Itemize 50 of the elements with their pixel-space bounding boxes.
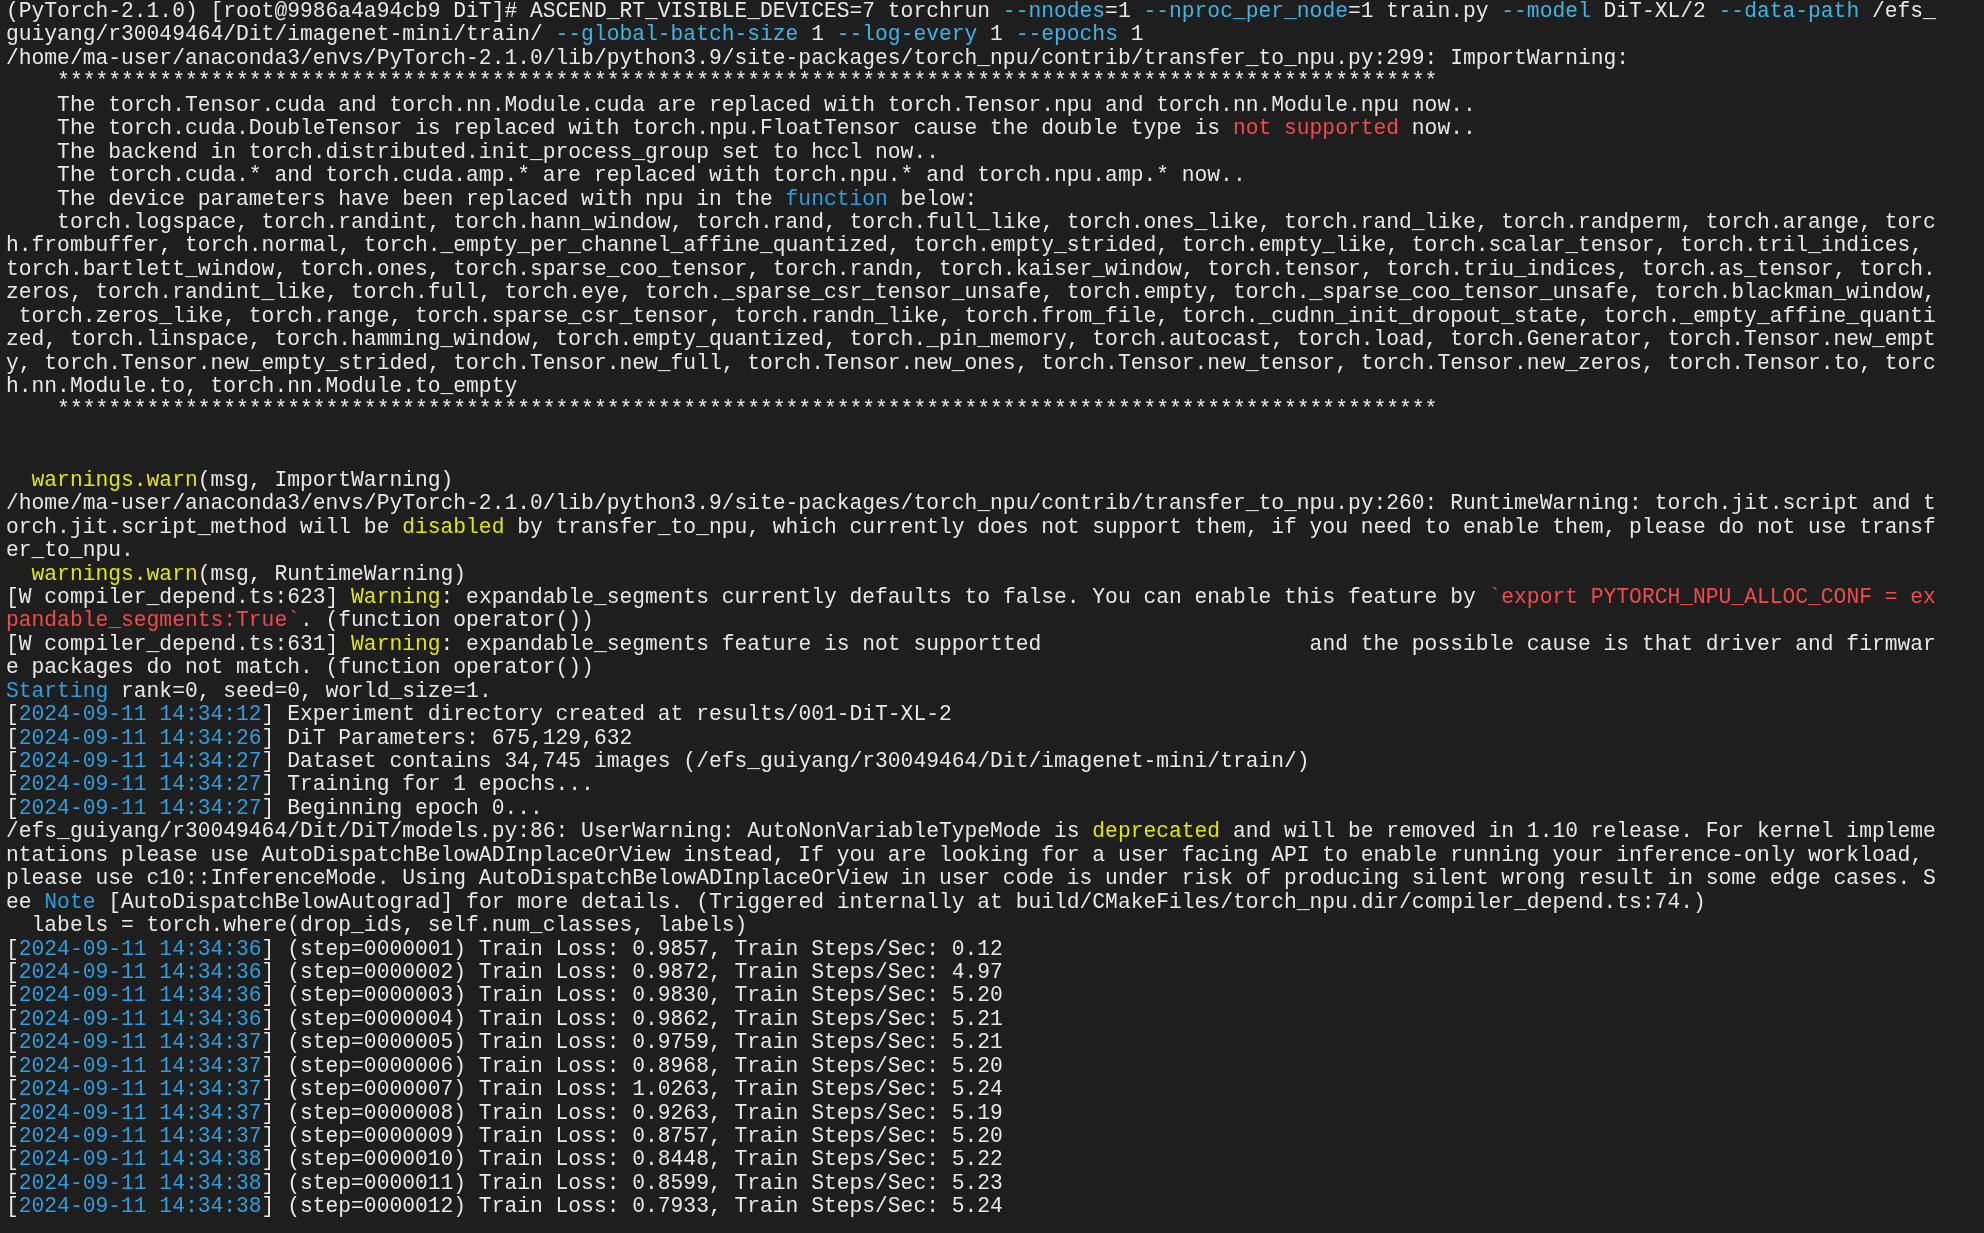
terminal-line: ************************************************************************************************************ bbox=[56, 70, 1438, 94]
terminal-line: warnings.warn(msg, RuntimeWarning) bbox=[30, 562, 467, 586]
terminal-line: warnings.warn(msg, ImportWarning) bbox=[30, 468, 454, 493]
terminal-line: [2024-09-11 14:34:38] (step=0000010) Train Loss: 0.8448, Train Steps/Sec: 5.22 bbox=[6, 1148, 1003, 1172]
terminal-line: ee Note [AutoDispatchBelowAutograd] for more details. (Triggered internally at build/CMakeFiles/torch_npu.dir/compiler_depend.ts:74.) bbox=[6, 890, 1706, 915]
terminal-line: /home/ma-user/anaconda3/envs/PyTorch-2.1.0/lib/python3.9/site-packages/torch_npu/contrib/transfer_to_npu.py:260: RuntimeWarning: torch.jit.script and t bbox=[6, 492, 1936, 516]
terminal-line: The torch.cuda.* and torch.cuda.amp.* are replaced with torch.npu.* and torch.npu.amp.* now.. bbox=[56, 164, 1246, 188]
terminal-line: zed, torch.linspace, torch.hamming_window, torch.empty_quantized, torch._pin_memory, torch.autocast, torch.load, torch.Generator, torch.Tensor.new_empt bbox=[6, 328, 1936, 352]
terminal-line: torch.bartlett_window, torch.ones, torch.sparse_coo_tensor, torch.randn, torch.kaiser_window, torch.tensor, torch.triu_indices, torch.as_tensor, torch. bbox=[6, 257, 1936, 282]
terminal-line: torch.zeros_like, torch.range, torch.sparse_csr_tensor, torch.randn_like, torch.from_file, torch._cudnn_init_dropout_state, torch._empty_affine_quanti bbox=[17, 304, 1936, 329]
terminal-line: The torch.Tensor.cuda and torch.nn.Module.cuda are replaced with torch.Tensor.npu and torch.nn.Module.npu now.. bbox=[56, 93, 1476, 118]
terminal-line: [2024-09-11 14:34:36] (step=0000002) Train Loss: 0.9872, Train Steps/Sec: 4.97 bbox=[6, 960, 1003, 985]
terminal-line: [2024-09-11 14:34:38] (step=0000012) Train Loss: 0.7933, Train Steps/Sec: 5.24 bbox=[6, 1195, 1003, 1219]
terminal-line: e packages do not match. (function operator()) bbox=[6, 656, 594, 680]
terminal-line: [2024-09-11 14:34:36] (step=0000003) Train Loss: 0.9830, Train Steps/Sec: 5.20 bbox=[6, 984, 1003, 1008]
terminal-line: pandable_segments:True`. (function operator()) bbox=[6, 609, 594, 633]
terminal-line: [2024-09-11 14:34:36] (step=0000004) Train Loss: 0.9862, Train Steps/Sec: 5.21 bbox=[6, 1007, 1003, 1032]
terminal-line: [2024-09-11 14:34:37] (step=0000006) Train Loss: 0.8968, Train Steps/Sec: 5.20 bbox=[6, 1054, 1003, 1079]
terminal-line: [2024-09-11 14:34:27] Training for 1 epochs... bbox=[6, 773, 594, 797]
terminal-line: guiyang/r30049464/Dit/imagenet-mini/train/ --global-batch-size 1 --log-every 1 --epochs 1 bbox=[6, 23, 1144, 47]
terminal-line: [2024-09-11 14:34:36] (step=0000001) Train Loss: 0.9857, Train Steps/Sec: 0.12 bbox=[6, 937, 1003, 961]
terminal-line: ************************************************************************************************************ bbox=[56, 398, 1438, 422]
terminal-line: torch.logspace, torch.randint, torch.hann_window, torch.rand, torch.full_like, torch.ones_like, torch.rand_like, torch.randperm, torch.arange, torc bbox=[56, 210, 1936, 235]
terminal-line: [2024-09-11 14:34:12] Experiment directory created at results/001-DiT-XL-2 bbox=[6, 703, 952, 727]
terminal-line: The torch.cuda.DoubleTensor is replaced with torch.npu.FloatTensor cause the double type is not supported now.. bbox=[56, 117, 1476, 141]
terminal-line: ntations please use AutoDispatchBelowADInplaceOrView instead, If you are looking for a user facing API to enable running your inference-only workload, bbox=[6, 843, 1924, 868]
terminal-line: Starting rank=0, seed=0, world_size=1. bbox=[6, 679, 492, 704]
terminal-line: zeros, torch.randint_like, torch.full, torch.eye, torch._sparse_csr_tensor_unsafe, torch.empty, torch._sparse_coo_tensor_unsafe, torch.blackman_window, bbox=[6, 281, 1936, 305]
terminal-line: [2024-09-11 14:34:37] (step=0000009) Train Loss: 0.8757, Train Steps/Sec: 5.20 bbox=[6, 1125, 1003, 1149]
terminal-line: (PyTorch-2.1.0) [root@9986a4a94cb9 DiT]# ASCEND_RT_VISIBLE_DEVICES=7 torchrun --nnodes=1 --nproc_per_node=1 train.py --model DiT-XL/2 --data-path /efs_ bbox=[6, 0, 1936, 24]
terminal-line: [2024-09-11 14:34:37] (step=0000008) Train Loss: 0.9263, Train Steps/Sec: 5.19 bbox=[6, 1101, 1003, 1125]
terminal-line: [2024-09-11 14:34:37] (step=0000005) Train Loss: 0.9759, Train Steps/Sec: 5.21 bbox=[6, 1031, 1003, 1055]
terminal-line: The device parameters have been replaced with npu in the function below: bbox=[56, 187, 978, 211]
terminal-line: [2024-09-11 14:34:37] (step=0000007) Train Loss: 1.0263, Train Steps/Sec: 5.24 bbox=[6, 1078, 1003, 1102]
terminal-line: /efs_guiyang/r30049464/Dit/DiT/models.py:86: UserWarning: AutoNonVariableTypeMode is deprecated and will be removed in 1.10 release. For kernel impleme bbox=[6, 820, 1936, 844]
terminal-line: [2024-09-11 14:34:26] DiT Parameters: 675,129,632 bbox=[6, 726, 633, 750]
terminal-line: [W compiler_depend.ts:631] Warning: expandable_segments feature is not supportted and the possible cause is that driver and firmwar bbox=[6, 632, 1936, 657]
terminal-line: [W compiler_depend.ts:623] Warning: expandable_segments currently defaults to false. You can enable this feature by `export PYTORCH_NPU_ALLOC_CONF = ex bbox=[6, 585, 1936, 610]
terminal-line: orch.jit.script_method will be disabled by transfer_to_npu, which currently does not support them, if you need to enable them, please do not use transf bbox=[6, 515, 1936, 540]
terminal-line: er_to_npu. bbox=[6, 539, 134, 563]
terminal-line: /home/ma-user/anaconda3/envs/PyTorch-2.1.0/lib/python3.9/site-packages/torch_npu/contrib/transfer_to_npu.py:299: ImportWarning: bbox=[6, 46, 1630, 71]
terminal-line: please use c10::InferenceMode. Using AutoDispatchBelowADInplaceOrView in user code is under risk of producing silent wrong result in some edge cases. S bbox=[6, 867, 1936, 891]
terminal-line: h.nn.Module.to, torch.nn.Module.to_empty bbox=[6, 375, 518, 399]
terminal-line: y, torch.Tensor.new_empty_strided, torch.Tensor.new_full, torch.Tensor.new_ones, torch.Tensor.new_tensor, torch.Tensor.new_zeros, torch.Tensor.to, torc bbox=[6, 351, 1936, 375]
terminal-line: [2024-09-11 14:34:27] Beginning epoch 0... bbox=[6, 796, 543, 821]
terminal-line: labels = torch.where(drop_ids, self.num_classes, labels) bbox=[30, 914, 748, 938]
terminal-line: [2024-09-11 14:34:38] (step=0000011) Train Loss: 0.8599, Train Steps/Sec: 5.23 bbox=[6, 1171, 1003, 1196]
terminal-line: [2024-09-11 14:34:27] Dataset contains 34,745 images (/efs_guiyang/r30049464/Dit/imagenet-mini/train/) bbox=[6, 750, 1310, 774]
terminal-line: The backend in torch.distributed.init_process_group set to hccl now.. bbox=[56, 140, 939, 165]
terminal-line: h.frombuffer, torch.normal, torch._empty_per_channel_affine_quantized, torch.empty_strided, torch.empty_like, torch.scalar_tensor, torch.tril_indices, bbox=[6, 234, 1924, 258]
